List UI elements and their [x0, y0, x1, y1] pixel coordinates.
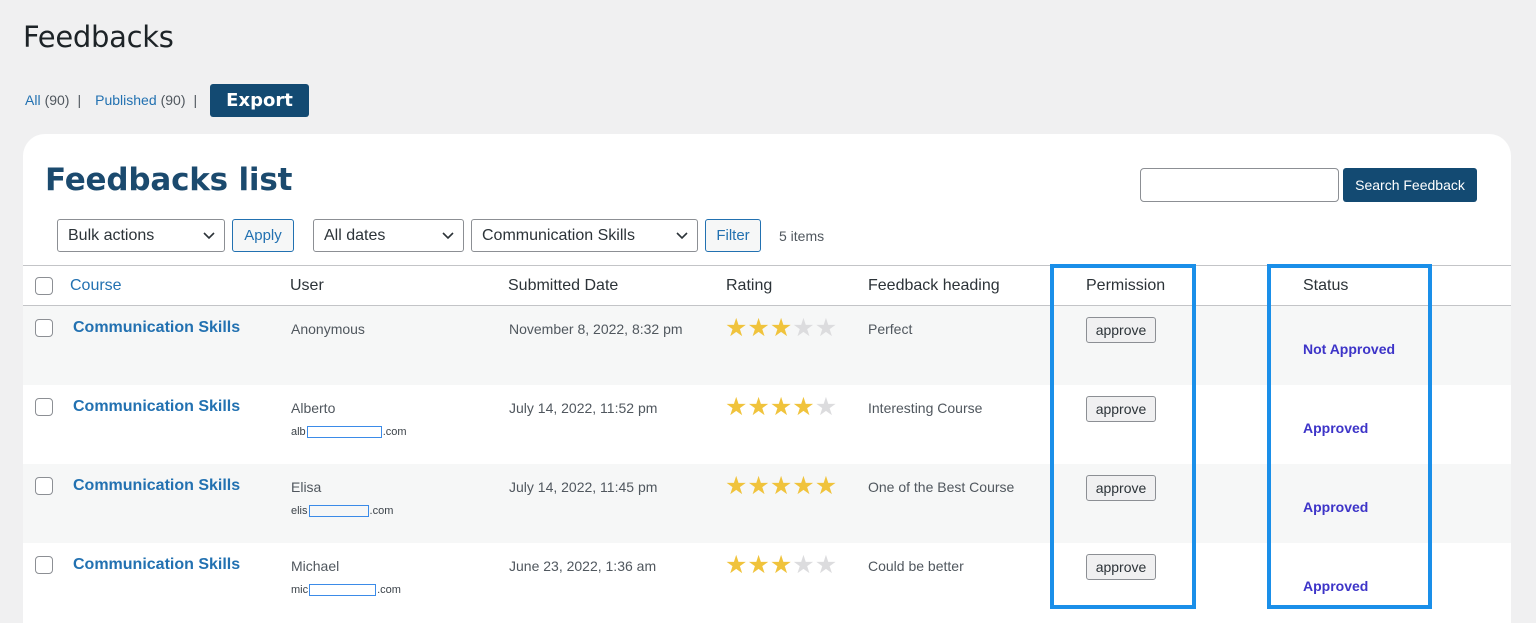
row-checkbox[interactable] [35, 319, 53, 337]
email-suffix: .com [369, 505, 394, 517]
star-filled-icon: ★ [725, 393, 748, 421]
course-link[interactable]: Communication Skills [73, 319, 240, 337]
star-filled-icon: ★ [747, 314, 770, 342]
email-suffix: .com [382, 426, 407, 438]
status-column-highlight [1267, 264, 1432, 609]
user-email: alb .com [291, 426, 407, 438]
feedbacks-card: Feedbacks list Search Feedback Bulk acti… [23, 134, 1511, 623]
bulk-actions-value: Bulk actions [68, 226, 155, 244]
export-button[interactable]: Export [210, 84, 309, 117]
course-filter-select[interactable]: Communication Skills [471, 219, 698, 252]
star-filled-icon: ★ [725, 551, 748, 579]
view-separator: | [77, 92, 82, 108]
course-link[interactable]: Communication Skills [73, 556, 240, 574]
redaction-box [306, 426, 382, 438]
star-empty-icon: ★ [814, 314, 838, 342]
user-name: Elisa [291, 479, 322, 495]
user-name: Alberto [291, 400, 336, 416]
view-published-link[interactable]: Published [95, 92, 157, 108]
email-suffix: .com [377, 584, 401, 596]
course-filter-value: Communication Skills [482, 226, 635, 244]
course-link[interactable]: Communication Skills [73, 398, 240, 416]
feedback-heading: One of the Best Course [868, 479, 1015, 495]
rating-stars: ★ ★ ★ ★ ★ [725, 316, 837, 341]
star-empty-icon: ★ [814, 393, 838, 421]
submitted-date: July 14, 2022, 11:52 pm [509, 400, 658, 416]
date-filter-select[interactable]: All dates [313, 219, 464, 252]
redaction-box [308, 505, 369, 517]
star-filled-icon: ★ [769, 551, 793, 579]
items-count: 5 items [779, 228, 825, 244]
star-filled-icon: ★ [747, 551, 770, 579]
column-header-feedback-heading: Feedback heading [868, 277, 1000, 294]
star-filled-icon: ★ [792, 472, 815, 500]
star-filled-icon: ★ [792, 393, 815, 421]
user-email: elis .com [291, 505, 393, 517]
rating-stars: ★ ★ ★ ★ ★ [725, 553, 837, 578]
star-filled-icon: ★ [769, 314, 793, 342]
star-filled-icon: ★ [725, 314, 748, 342]
view-separator: | [193, 92, 198, 108]
bulk-actions-select[interactable]: Bulk actions [57, 219, 225, 252]
column-header-rating: Rating [726, 277, 773, 294]
list-title: Feedbacks list [45, 162, 293, 198]
feedback-heading: Interesting Course [868, 400, 983, 416]
filter-button[interactable]: Filter [705, 219, 761, 252]
rating-stars: ★ ★ ★ ★ ★ [725, 474, 837, 499]
chevron-down-icon [203, 232, 215, 240]
apply-button[interactable]: Apply [232, 219, 294, 252]
rating-stars: ★ ★ ★ ★ ★ [725, 395, 837, 420]
page-title: Feedbacks [23, 20, 174, 54]
column-header-submitted-date: Submitted Date [508, 277, 619, 294]
view-all-count: (90) [44, 92, 70, 108]
view-published-count: (90) [160, 92, 186, 108]
email-prefix: mic [291, 584, 309, 596]
star-filled-icon: ★ [769, 472, 793, 500]
star-empty-icon: ★ [814, 551, 838, 579]
star-empty-icon: ★ [792, 551, 815, 579]
search-input[interactable] [1140, 168, 1339, 202]
star-filled-icon: ★ [747, 472, 770, 500]
view-filters: All (90) | Published (90) | [25, 92, 205, 108]
course-link[interactable]: Communication Skills [73, 477, 240, 495]
redaction-box [309, 584, 377, 596]
star-empty-icon: ★ [792, 314, 815, 342]
submitted-date: November 8, 2022, 8:32 pm [509, 321, 683, 337]
select-all-checkbox[interactable] [35, 277, 53, 295]
submitted-date: July 14, 2022, 11:45 pm [509, 479, 658, 495]
date-filter-value: All dates [324, 226, 386, 244]
row-checkbox[interactable] [35, 398, 53, 416]
view-all-link[interactable]: All [25, 92, 41, 108]
permission-column-highlight [1050, 264, 1196, 609]
column-header-user: User [290, 277, 324, 294]
star-filled-icon: ★ [769, 393, 793, 421]
row-checkbox[interactable] [35, 477, 53, 495]
feedback-heading: Could be better [868, 558, 964, 574]
chevron-down-icon [676, 232, 688, 240]
star-filled-icon: ★ [814, 472, 838, 500]
row-checkbox[interactable] [35, 556, 53, 574]
chevron-down-icon [442, 232, 454, 240]
star-filled-icon: ★ [725, 472, 748, 500]
search-feedback-button[interactable]: Search Feedback [1343, 168, 1477, 202]
user-email: mic .com [291, 584, 401, 596]
star-filled-icon: ★ [747, 393, 770, 421]
user-name: Anonymous [291, 321, 365, 337]
column-header-course[interactable]: Course [70, 277, 122, 295]
submitted-date: June 23, 2022, 1:36 am [509, 558, 657, 574]
email-prefix: elis [291, 505, 308, 517]
feedback-heading: Perfect [868, 321, 913, 337]
email-prefix: alb [291, 426, 306, 438]
user-name: Michael [291, 558, 340, 574]
